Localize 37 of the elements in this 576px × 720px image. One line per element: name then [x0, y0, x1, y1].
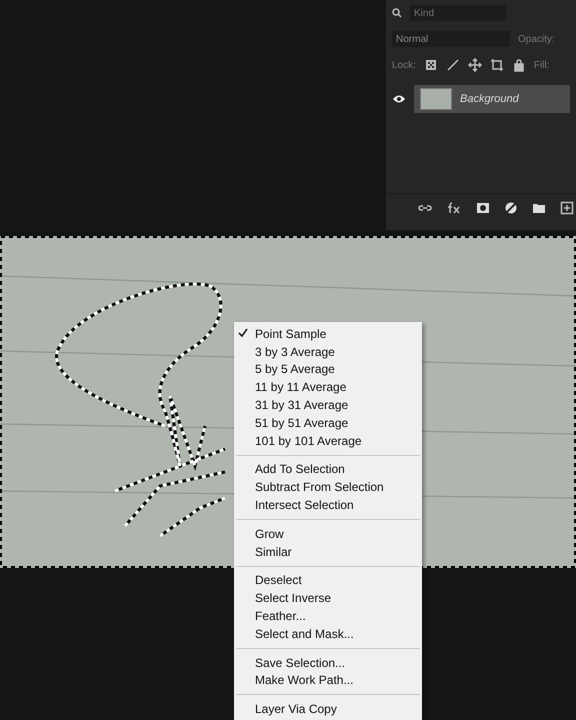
menu-item[interactable]: 31 by 31 Average	[234, 396, 422, 414]
lock-label: Lock:	[392, 60, 416, 70]
new-layer-icon[interactable]	[560, 201, 574, 215]
search-icon	[392, 8, 402, 18]
menu-item[interactable]: Subtract From Selection	[234, 478, 422, 496]
menu-item[interactable]: Select and Mask...	[234, 624, 422, 643]
menu-item[interactable]: Feather...	[234, 607, 422, 625]
menu-item[interactable]: Deselect	[234, 572, 422, 590]
menu-item[interactable]: Save Selection...	[234, 654, 422, 672]
menu-item[interactable]: Make Work Path...	[234, 672, 422, 690]
layer-thumbnail	[420, 88, 452, 110]
eye-icon[interactable]	[392, 94, 406, 104]
menu-item[interactable]: 101 by 101 Average	[234, 432, 422, 450]
checkerboard-lock-icon[interactable]	[424, 58, 438, 72]
mask-icon[interactable]	[476, 201, 490, 215]
blend-mode-dropdown[interactable]: Normal	[392, 31, 510, 47]
menu-item[interactable]: 51 by 51 Average	[234, 414, 422, 432]
move-icon[interactable]	[468, 58, 482, 72]
menu-item[interactable]: 11 by 11 Average	[234, 378, 422, 396]
menu-item[interactable]: Select Inverse	[234, 589, 422, 608]
menu-item[interactable]: Intersect Selection	[234, 496, 422, 514]
menu-item[interactable]: Point Sample	[234, 325, 422, 343]
fill-label: Fill:	[534, 60, 550, 70]
menu-item[interactable]: 5 by 5 Average	[234, 360, 422, 378]
menu-item[interactable]: Add To Selection	[234, 460, 422, 478]
lock-icon[interactable]	[512, 58, 526, 72]
menu-item[interactable]: Grow	[234, 524, 422, 543]
menu-item[interactable]: Layer Via Copy	[234, 700, 422, 718]
menu-item[interactable]: 3 by 3 Average	[234, 342, 422, 361]
layer-name: Background	[460, 93, 519, 105]
layer-row[interactable]: Background	[414, 85, 570, 113]
half-circle-icon[interactable]	[504, 201, 518, 215]
search-field[interactable]: Kind	[410, 5, 506, 21]
folder-icon[interactable]	[532, 201, 546, 215]
menu-item[interactable]: Similar	[234, 542, 422, 561]
fx-icon[interactable]	[446, 201, 462, 215]
opacity-label: Opacity:	[518, 34, 555, 44]
